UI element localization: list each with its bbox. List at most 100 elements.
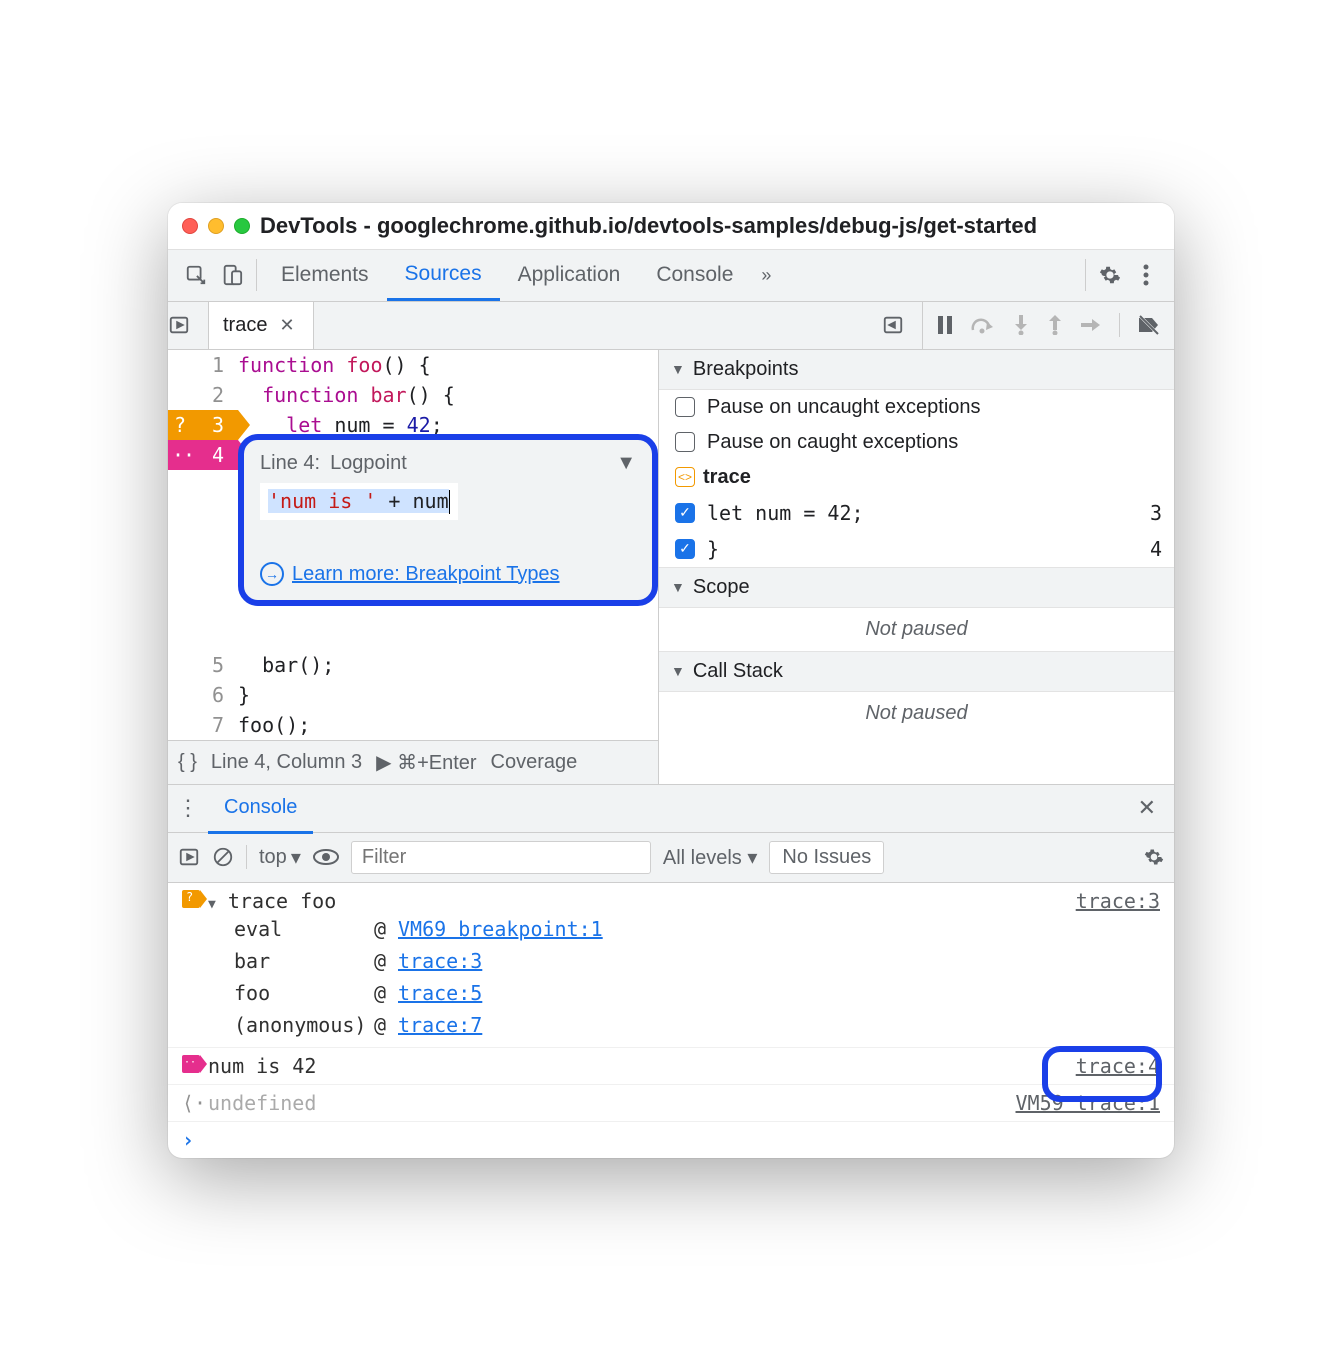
- file-badge-icon: <>: [675, 467, 695, 487]
- breakpoint-file-group[interactable]: <> trace: [659, 460, 1174, 495]
- line-gutter[interactable]: 1 2 3 4 5 6 7: [168, 350, 238, 740]
- devtools-window: DevTools - googlechrome.github.io/devtoo…: [168, 203, 1174, 1158]
- console-filter-input[interactable]: [351, 841, 651, 874]
- window-titlebar: DevTools - googlechrome.github.io/devtoo…: [168, 203, 1174, 250]
- cursor-position: Line 4, Column 3: [211, 751, 362, 774]
- stack-frame[interactable]: foo@trace:5: [234, 977, 1076, 1009]
- gutter-line-breakpoint[interactable]: 3: [168, 410, 238, 440]
- callstack-section-header[interactable]: ▼ Call Stack: [659, 651, 1174, 692]
- gutter-line-logpoint[interactable]: 4: [168, 440, 238, 470]
- gutter-line[interactable]: 2: [168, 380, 238, 410]
- minimize-window-icon[interactable]: [208, 218, 224, 234]
- sources-toolbar: trace ✕: [168, 302, 1174, 350]
- stack-frame[interactable]: eval@VM69 breakpoint:1: [234, 913, 1076, 945]
- gutter-line[interactable]: 1: [168, 350, 238, 380]
- log-levels-selector[interactable]: All levels ▾: [663, 845, 758, 870]
- breakpoint-item[interactable]: ✓ let num = 42; 3: [659, 495, 1174, 531]
- step-icon[interactable]: [1081, 318, 1101, 332]
- deactivate-breakpoints-icon[interactable]: [1138, 315, 1160, 335]
- source-link: trace:5: [398, 981, 482, 1005]
- context-selector[interactable]: top▾: [259, 845, 301, 870]
- disclosure-triangle-icon: ▼: [671, 579, 685, 595]
- settings-icon[interactable]: [1092, 257, 1128, 293]
- console-settings-icon[interactable]: [1144, 847, 1164, 867]
- debugger-controls: [922, 301, 1174, 349]
- pretty-print-button[interactable]: { }: [178, 751, 197, 774]
- drawer-tab-console[interactable]: Console: [208, 784, 313, 834]
- issues-button[interactable]: No Issues: [769, 841, 884, 874]
- source-link: VM69 breakpoint:1: [398, 917, 603, 941]
- show-navigator-icon[interactable]: [168, 314, 208, 336]
- logpoint-editor-popup[interactable]: Line 4: Logpoint ▼ 'num is ' + num → Lea…: [238, 434, 658, 607]
- source-link[interactable]: trace:3: [1076, 889, 1160, 913]
- gutter-line[interactable]: 5: [168, 650, 238, 680]
- editor-footer: { } Line 4, Column 3 ▶ ⌘+Enter Coverage: [168, 740, 658, 784]
- prompt-chevron-icon: ›: [182, 1128, 194, 1152]
- tab-application[interactable]: Application: [500, 251, 639, 299]
- more-tabs-icon[interactable]: »: [751, 265, 781, 286]
- sources-content: 1 2 3 4 5 6 7 function foo() { function …: [168, 350, 1174, 785]
- coverage-button[interactable]: Coverage: [491, 751, 578, 774]
- step-out-icon[interactable]: [1047, 315, 1063, 335]
- live-expression-icon[interactable]: [313, 848, 339, 866]
- source-link: trace:7: [398, 1013, 482, 1037]
- stack-frame[interactable]: (anonymous)@trace:7: [234, 1009, 1076, 1041]
- step-into-icon[interactable]: [1013, 315, 1029, 335]
- tab-elements[interactable]: Elements: [263, 251, 387, 299]
- console-toolbar: top▾ All levels ▾ No Issues: [168, 833, 1174, 883]
- info-arrow-icon: →: [260, 562, 284, 586]
- kebab-menu-icon[interactable]: [1128, 257, 1164, 293]
- return-arrow-icon: ⟨·: [182, 1091, 208, 1115]
- scope-section-header[interactable]: ▼ Scope: [659, 567, 1174, 608]
- scope-not-paused: Not paused: [659, 608, 1174, 651]
- console-result-row: ⟨· undefined VM59 trace:1: [168, 1085, 1174, 1122]
- window-controls: [182, 218, 250, 234]
- breakpoint-type-select[interactable]: Logpoint: [330, 452, 407, 475]
- step-over-icon[interactable]: [971, 316, 995, 334]
- console-prompt[interactable]: ›: [168, 1122, 1174, 1158]
- logpoint-badge-icon: ··: [182, 1055, 200, 1073]
- logpoint-expression-input[interactable]: 'num is ' + num: [260, 483, 458, 521]
- code-editor[interactable]: 1 2 3 4 5 6 7 function foo() { function …: [168, 350, 658, 784]
- trace-badge-icon: ?: [182, 890, 200, 908]
- callstack-not-paused: Not paused: [659, 692, 1174, 735]
- window-title: DevTools - googlechrome.github.io/devtoo…: [260, 213, 1037, 239]
- file-tab-trace[interactable]: trace ✕: [208, 301, 314, 349]
- breakpoint-item[interactable]: ✓ } 4: [659, 531, 1174, 567]
- pause-uncaught-checkbox[interactable]: Pause on uncaught exceptions: [659, 390, 1174, 425]
- learn-more-link[interactable]: Learn more: Breakpoint Types: [292, 563, 560, 586]
- disclosure-triangle-icon: ▼: [671, 361, 685, 377]
- stack-frame[interactable]: bar@trace:3: [234, 945, 1076, 977]
- close-drawer-icon[interactable]: ✕: [1120, 795, 1174, 821]
- popup-line-label: Line 4:: [260, 452, 320, 475]
- close-tab-icon[interactable]: ✕: [275, 315, 298, 336]
- run-snippet-hint[interactable]: ▶ ⌘+Enter: [376, 750, 476, 775]
- console-trace-group[interactable]: ? ▼ trace foo eval@VM69 breakpoint:1 bar…: [168, 883, 1174, 1048]
- debugger-sidebar: ▼ Breakpoints Pause on uncaught exceptio…: [658, 350, 1174, 784]
- pause-icon[interactable]: [937, 316, 953, 334]
- source-link[interactable]: VM59 trace:1: [1016, 1091, 1161, 1115]
- clear-console-icon[interactable]: [212, 846, 234, 868]
- console-sidebar-icon[interactable]: [178, 846, 200, 868]
- breakpoints-section-header[interactable]: ▼ Breakpoints: [659, 350, 1174, 390]
- file-tab-label: trace: [223, 314, 267, 337]
- zoom-window-icon[interactable]: [234, 218, 250, 234]
- gutter-line[interactable]: 6: [168, 680, 238, 710]
- console-log-row[interactable]: ·· num is 42 trace:4: [168, 1048, 1174, 1085]
- source-link: trace:3: [398, 949, 482, 973]
- source-link[interactable]: trace:4: [1076, 1054, 1160, 1078]
- pause-caught-checkbox[interactable]: Pause on caught exceptions: [659, 425, 1174, 460]
- main-tabs: Elements Sources Application Console »: [168, 250, 1174, 302]
- tab-console[interactable]: Console: [638, 251, 751, 299]
- disclosure-triangle-icon: ▼: [671, 663, 685, 679]
- more-files-icon[interactable]: [882, 314, 922, 336]
- console-output: ? ▼ trace foo eval@VM69 breakpoint:1 bar…: [168, 883, 1174, 1158]
- dropdown-icon[interactable]: ▼: [616, 452, 636, 475]
- close-window-icon[interactable]: [182, 218, 198, 234]
- gutter-line[interactable]: 7: [168, 710, 238, 740]
- inspect-element-icon[interactable]: [178, 257, 214, 293]
- device-toolbar-icon[interactable]: [214, 257, 250, 293]
- tab-sources[interactable]: Sources: [387, 250, 500, 301]
- drawer-tabs: ⋮ Console ✕: [168, 785, 1174, 833]
- drawer-menu-icon[interactable]: ⋮: [168, 795, 208, 821]
